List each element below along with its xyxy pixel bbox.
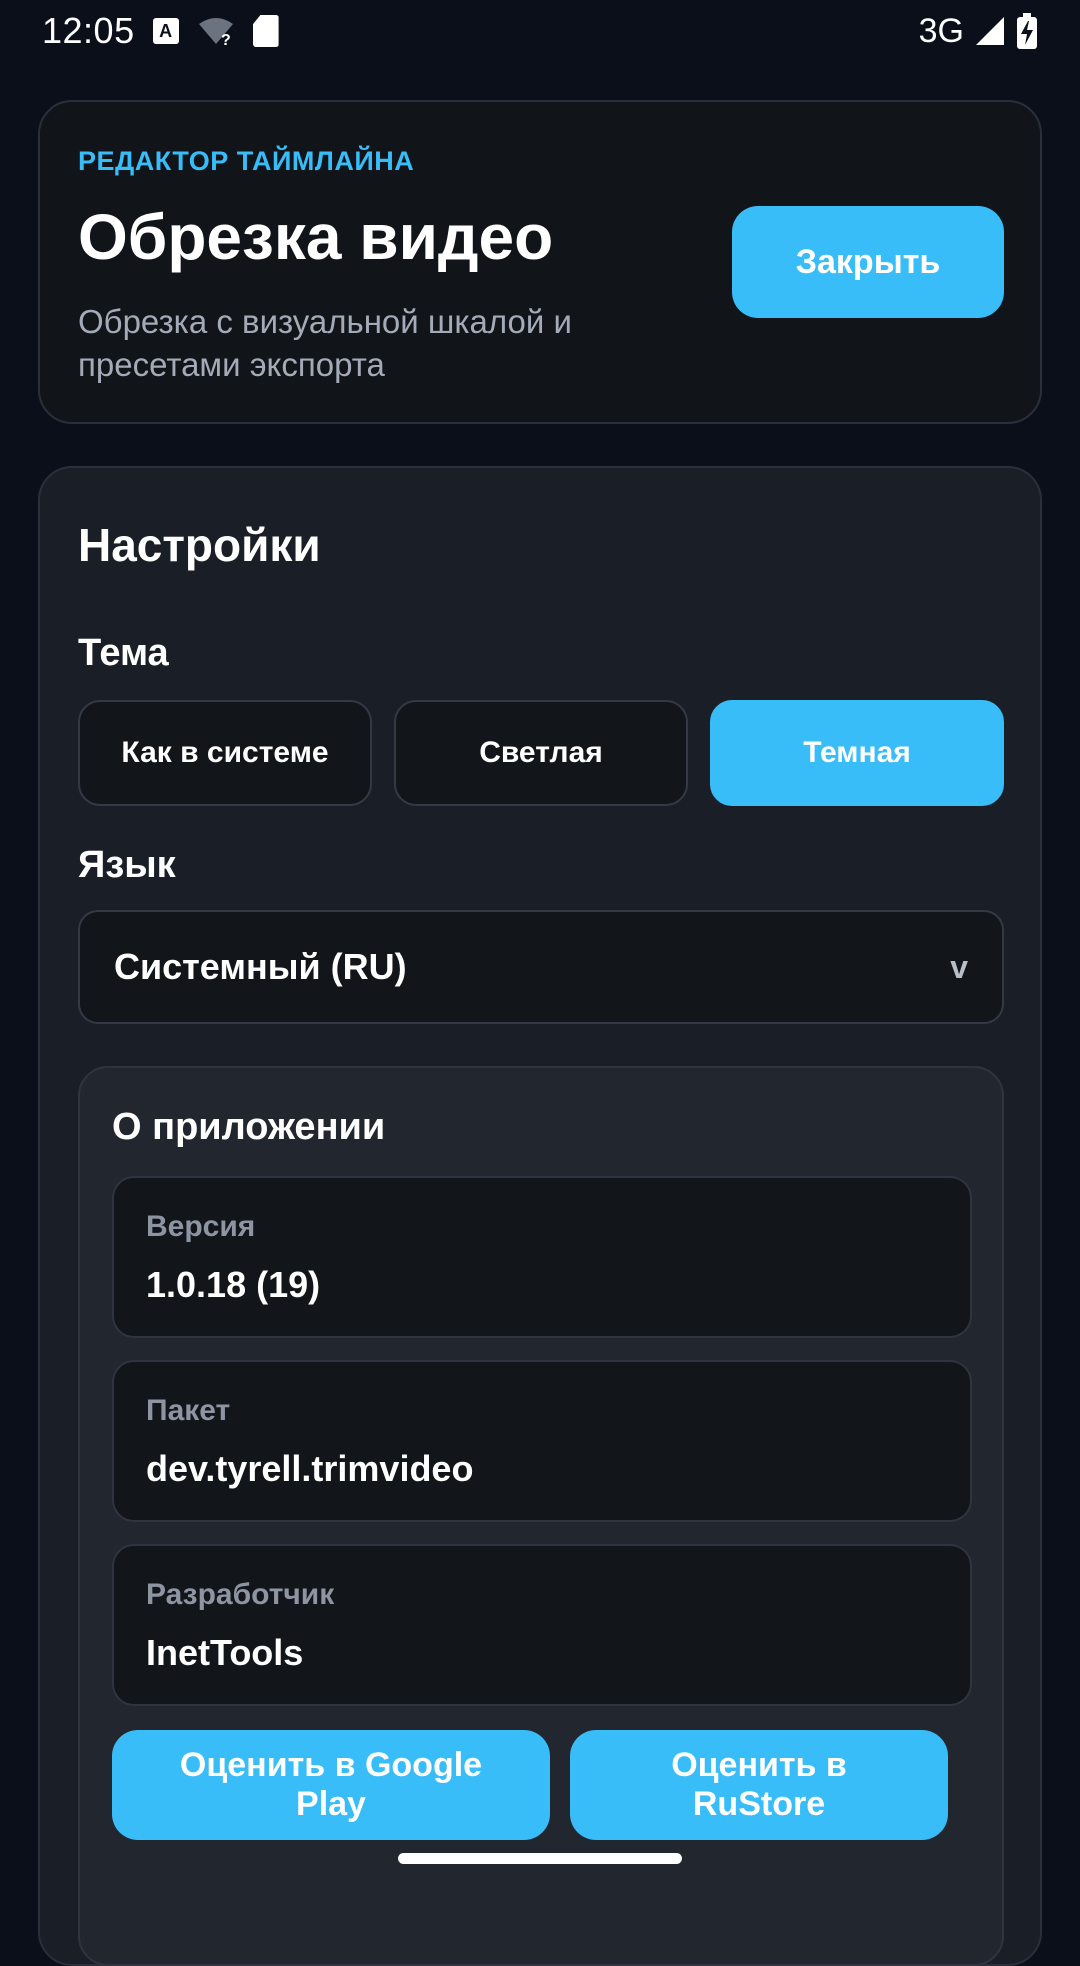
rate-buttons: Оценить в Google Play Оценить в RuStore: [112, 1730, 948, 1840]
info-label: Разработчик: [146, 1578, 335, 1611]
info-value: InetTools: [146, 1632, 304, 1673]
status-time: 12:05: [42, 10, 135, 51]
info-label: Версия: [146, 1210, 256, 1243]
network-type: 3G: [918, 11, 964, 50]
info-developer: Разработчик InetTools: [112, 1544, 972, 1706]
status-bar: 12:05 A ? 3G: [0, 0, 1080, 62]
info-value: 1.0.18 (19): [146, 1264, 321, 1305]
status-left-icons: A ?: [152, 15, 279, 47]
chevron-down-icon: v: [950, 948, 968, 985]
info-package: Пакет dev.tyrell.trimvideo: [112, 1360, 972, 1522]
a-badge-icon: A: [152, 18, 179, 44]
about-title: О приложении: [112, 1106, 386, 1148]
sd-card-icon: [252, 15, 279, 47]
about-card: О приложении Версия 1.0.18 (19) Пакет de…: [78, 1066, 1004, 1966]
eyebrow-label: РЕДАКТОР ТАЙМЛАЙНА: [78, 146, 415, 176]
info-version: Версия 1.0.18 (19): [112, 1176, 972, 1338]
info-value: dev.tyrell.trimvideo: [146, 1448, 474, 1489]
language-label: Язык: [78, 844, 176, 886]
info-label: Пакет: [146, 1394, 231, 1427]
settings-card: Настройки Тема Как в системе Светлая Тем…: [38, 466, 1042, 1966]
theme-option-system[interactable]: Как в системе: [78, 700, 372, 806]
language-select[interactable]: Системный (RU) v: [78, 910, 1004, 1024]
page-subtitle: Обрезка с визуальной шкалой и пресетами …: [78, 303, 572, 383]
close-button[interactable]: Закрыть: [732, 206, 1004, 318]
battery-charging-icon: [1017, 13, 1037, 49]
page-title: Обрезка видео: [78, 201, 554, 273]
header-card: РЕДАКТОР ТАЙМЛАЙНА Обрезка видео Обрезка…: [38, 100, 1042, 424]
rate-rustore-button[interactable]: Оценить в RuStore: [570, 1730, 948, 1840]
signal-icon: [976, 17, 1004, 45]
settings-title: Настройки: [78, 519, 321, 571]
home-indicator[interactable]: [398, 1853, 682, 1864]
wifi-unknown-icon: ?: [198, 18, 233, 46]
status-right-icons: 3G: [919, 12, 1038, 51]
language-value: Системный (RU): [114, 946, 407, 987]
svg-text:?: ?: [221, 32, 231, 46]
theme-option-dark[interactable]: Темная: [710, 700, 1004, 806]
theme-label: Тема: [78, 632, 169, 674]
theme-option-light[interactable]: Светлая: [394, 700, 688, 806]
theme-selector: Как в системе Светлая Темная: [78, 700, 1004, 806]
rate-google-play-button[interactable]: Оценить в Google Play: [112, 1730, 550, 1840]
